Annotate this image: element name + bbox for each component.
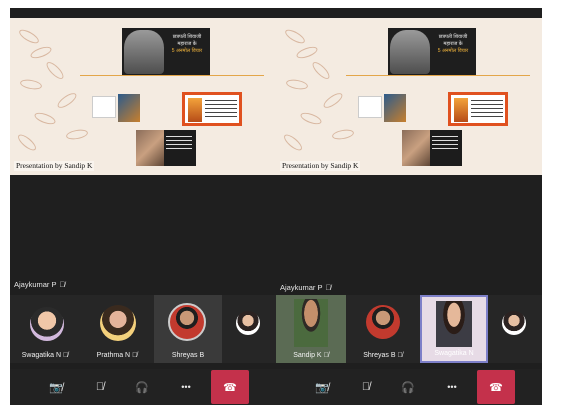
participant-name: Swagatika N bbox=[434, 350, 474, 357]
camera-off-icon[interactable]: 📷̸ bbox=[44, 375, 68, 399]
leaf-decoration bbox=[55, 90, 79, 111]
participant-name: Prathma N bbox=[96, 352, 131, 359]
participant-tile[interactable] bbox=[224, 295, 276, 363]
presenter-name: Ajaykumar P bbox=[14, 280, 57, 289]
call-controls: 📷̸ 🎙̸ 🎧 ••• ☎ bbox=[276, 369, 542, 405]
participant-tile[interactable]: Shreyas B 🎙̸ bbox=[348, 295, 418, 363]
leaf-decoration bbox=[44, 59, 66, 82]
leaf-decoration bbox=[65, 128, 89, 141]
speaker-icon[interactable]: 🎧 bbox=[130, 375, 154, 399]
avatar bbox=[168, 303, 206, 341]
slide-thumbnail bbox=[384, 94, 406, 122]
leaf-decoration bbox=[17, 27, 41, 46]
participant-strip[interactable]: Swagatika N 🎙̸ Prathma N 🎙̸ Shreyas B bbox=[10, 295, 276, 363]
participant-tile[interactable]: Prathma N 🎙̸ bbox=[82, 295, 152, 363]
avatar bbox=[236, 311, 260, 335]
more-options-icon[interactable]: ••• bbox=[174, 375, 198, 399]
slide-thumbnail bbox=[118, 94, 140, 122]
slide-divider bbox=[346, 75, 530, 76]
quote-text bbox=[205, 100, 237, 118]
shared-presentation-slide: छत्रपती शिवाजी महाराज के 5 अनमोल विचार P… bbox=[10, 18, 276, 175]
slide-thumbnail bbox=[358, 96, 382, 118]
leaf-decoration bbox=[33, 110, 57, 127]
participant-tile[interactable] bbox=[490, 295, 542, 363]
quote-card bbox=[448, 92, 508, 126]
mic-off-icon: 🎙̸ bbox=[59, 280, 66, 289]
avatar bbox=[502, 311, 526, 335]
video-feed bbox=[436, 301, 472, 347]
leaf-decoration bbox=[15, 131, 39, 154]
mic-off-icon[interactable]: 🎙̸ bbox=[88, 375, 112, 399]
meeting-screen-left: छत्रपती शिवाजी महाराज के 5 अनमोल विचार P… bbox=[10, 8, 276, 405]
slide-caption: Presentation by Sandip K bbox=[280, 161, 361, 171]
mic-off-icon[interactable]: 🎙̸ bbox=[354, 375, 378, 399]
slide-caption: Presentation by Sandip K bbox=[14, 161, 95, 171]
leaf-decoration bbox=[283, 27, 307, 46]
more-options-icon[interactable]: ••• bbox=[440, 375, 464, 399]
quote-image bbox=[402, 130, 430, 166]
avatar bbox=[30, 307, 64, 341]
quote-text bbox=[166, 136, 192, 152]
quote-text bbox=[471, 100, 503, 118]
end-call-button[interactable]: ☎ bbox=[211, 370, 249, 404]
leaf-decoration bbox=[310, 59, 332, 82]
mic-off-icon: 🎙̸ bbox=[397, 352, 403, 359]
leaf-decoration bbox=[281, 131, 305, 154]
participant-name: Shreyas B bbox=[171, 352, 205, 359]
quote-card bbox=[182, 92, 242, 126]
quote-text bbox=[432, 136, 458, 152]
slide-title: छत्रपती शिवाजी महाराज के 5 अनमोल विचार bbox=[437, 34, 469, 54]
slide-thumbnail bbox=[92, 96, 116, 118]
quote-image bbox=[136, 130, 164, 166]
portrait-image bbox=[390, 30, 430, 74]
leaf-decoration bbox=[299, 110, 323, 127]
participant-tile-active[interactable]: Shreyas B bbox=[154, 295, 222, 363]
leaf-decoration bbox=[19, 78, 43, 91]
leaf-decoration bbox=[321, 90, 345, 111]
speaker-icon[interactable]: 🎧 bbox=[396, 375, 420, 399]
quote-image bbox=[188, 98, 202, 122]
shared-presentation-slide: छत्रपती शिवाजी महाराज के 5 अनमोल विचार P… bbox=[276, 18, 542, 175]
video-feed bbox=[294, 299, 328, 347]
slide-title-card: छत्रपती शिवाजी महाराज के 5 अनमोल विचार bbox=[388, 28, 476, 76]
presenter-label: Ajaykumar P 🎙̸ bbox=[280, 283, 331, 292]
slide-title: छत्रपती शिवाजी महाराज के 5 अनमोल विचार bbox=[171, 34, 203, 54]
participant-tile[interactable]: Swagatika N 🎙̸ bbox=[10, 295, 80, 363]
mic-off-icon: 🎙̸ bbox=[63, 352, 69, 359]
participant-name: Swagatika N bbox=[21, 352, 62, 359]
leaf-decoration bbox=[285, 78, 309, 91]
quote-card bbox=[136, 130, 196, 166]
end-call-button[interactable]: ☎ bbox=[477, 370, 515, 404]
participant-video-tile[interactable]: Sandip K 🎙̸ bbox=[276, 295, 346, 363]
leaf-decoration bbox=[331, 128, 355, 141]
quote-card bbox=[402, 130, 462, 166]
participant-name: Sandip K bbox=[293, 352, 322, 359]
meeting-screen-right: छत्रपती शिवाजी महाराज के 5 अनमोल विचार P… bbox=[276, 8, 542, 405]
participant-video-tile-selected[interactable]: Swagatika N bbox=[420, 295, 488, 363]
mic-off-icon: 🎙̸ bbox=[323, 352, 329, 359]
leaf-decoration bbox=[29, 44, 53, 61]
quote-image bbox=[454, 98, 468, 122]
mic-off-icon: 🎙̸ bbox=[325, 283, 332, 292]
camera-off-icon[interactable]: 📷̸ bbox=[310, 375, 334, 399]
call-controls: 📷̸ 🎙̸ 🎧 ••• ☎ bbox=[10, 369, 276, 405]
presenter-name: Ajaykumar P bbox=[280, 283, 323, 292]
portrait-image bbox=[124, 30, 164, 74]
avatar bbox=[100, 305, 136, 341]
leaf-decoration bbox=[295, 44, 319, 61]
slide-title-card: छत्रपती शिवाजी महाराज के 5 अनमोल विचार bbox=[122, 28, 210, 76]
mic-off-icon: 🎙̸ bbox=[132, 352, 138, 359]
avatar bbox=[366, 305, 400, 339]
participant-strip[interactable]: Sandip K 🎙̸ Shreyas B 🎙̸ Swagatika N bbox=[276, 295, 542, 363]
slide-divider bbox=[80, 75, 264, 76]
presenter-label: Ajaykumar P 🎙̸ bbox=[14, 280, 65, 289]
participant-name: Shreyas B bbox=[363, 352, 396, 359]
